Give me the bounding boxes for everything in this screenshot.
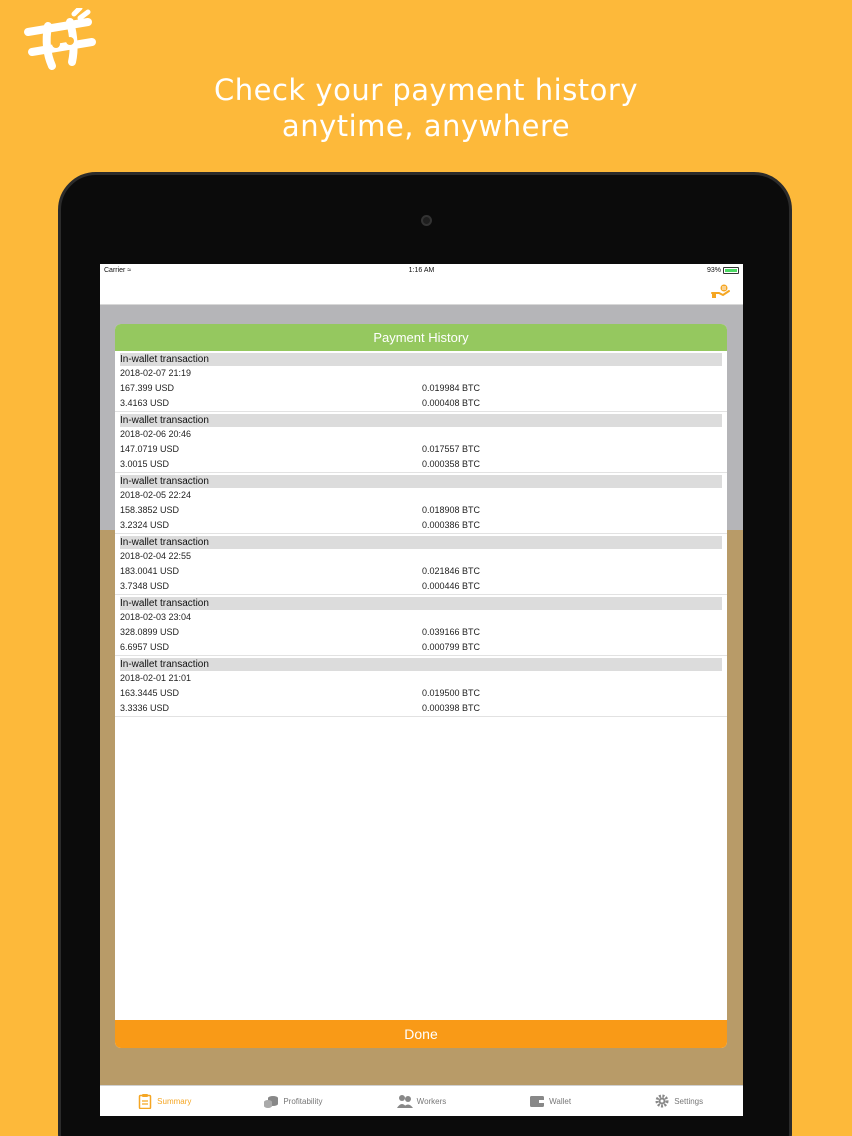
transaction-amount-row: 328.0899 USD 0.039166 BTC (120, 625, 722, 640)
transaction-item: In-wallet transaction 2018-02-01 21:01 163… (115, 656, 727, 717)
amount-usd: 328.0899 USD (120, 627, 180, 637)
transaction-amount-row: 158.3852 USD 0.018908 BTC (120, 503, 722, 518)
coins-icon (264, 1096, 279, 1108)
camera-icon (421, 215, 432, 226)
transaction-fee-row: 3.0015 USD 0.000358 BTC (120, 457, 722, 472)
amount-usd: 147.0719 USD (120, 444, 180, 454)
tab-summary-label: Summary (157, 1096, 192, 1106)
headline-line-1: Check your payment history (214, 73, 638, 107)
transaction-fee-row: 3.7348 USD 0.000446 BTC (120, 579, 722, 594)
transaction-title: In-wallet transaction (120, 536, 722, 549)
transaction-date: 2018-02-07 21:19 (120, 368, 192, 378)
tab-settings[interactable]: Settings (614, 1086, 743, 1116)
headline-line-2: anytime, anywhere (281, 109, 571, 143)
wallet-icon (530, 1096, 545, 1107)
amount-btc: 0.019984 BTC (422, 383, 481, 393)
workers-icon (396, 1095, 413, 1108)
status-time: 1:16 AM (408, 267, 435, 274)
tab-bar: Summary Profitability Workers Wallet Set… (100, 1085, 743, 1116)
fee-btc: 0.000386 BTC (422, 520, 481, 530)
transaction-item: In-wallet transaction 2018-02-04 22:55 183… (115, 534, 727, 595)
transaction-title: In-wallet transaction (120, 414, 722, 427)
modal-title: Payment History (115, 324, 727, 351)
transaction-item: In-wallet transaction 2018-02-06 20:46 147… (115, 412, 727, 473)
tab-settings-label: Settings (674, 1096, 704, 1106)
transaction-fee-row: 3.4163 USD 0.000408 BTC (120, 396, 722, 411)
tab-wallet[interactable]: Wallet (486, 1086, 615, 1116)
transaction-amount-row: 167.399 USD 0.019984 BTC (120, 381, 722, 396)
fee-btc: 0.000799 BTC (422, 642, 481, 652)
payment-history-modal: Payment History In-wallet transaction 201… (115, 324, 727, 1048)
fee-btc: 0.000446 BTC (422, 581, 481, 591)
tab-profitability-label: Profitability (283, 1096, 323, 1106)
fee-usd: 3.3336 USD (120, 703, 170, 713)
fee-usd: 3.4163 USD (120, 398, 170, 408)
fee-usd: 6.6957 USD (120, 642, 170, 652)
app-screen: Carrier ≈ 1:16 AM 93% Payment History In… (100, 264, 743, 1116)
amount-btc: 0.039166 BTC (422, 627, 481, 637)
fee-btc: 0.000408 BTC (422, 398, 481, 408)
transaction-title: In-wallet transaction (120, 597, 722, 610)
amount-btc: 0.018908 BTC (422, 505, 481, 515)
transaction-date: 2018-02-01 21:01 (120, 673, 192, 683)
amount-usd: 183.0041 USD (120, 566, 180, 576)
fee-usd: 3.0015 USD (120, 459, 170, 469)
transaction-fee-row: 3.3336 USD 0.000398 BTC (120, 701, 722, 716)
battery-percent: 93% (706, 267, 721, 274)
transaction-item: In-wallet transaction 2018-02-07 21:19 167… (115, 351, 727, 412)
fee-btc: 0.000398 BTC (422, 703, 481, 713)
tab-workers[interactable]: Workers (357, 1086, 486, 1116)
clipboard-icon (138, 1094, 152, 1109)
tab-wallet-label: Wallet (549, 1096, 572, 1106)
headline: Check your payment history anytime, anyw… (0, 72, 852, 144)
amount-btc: 0.017557 BTC (422, 444, 481, 454)
transaction-date: 2018-02-03 23:04 (120, 612, 192, 622)
amount-usd: 163.3445 USD (120, 688, 180, 698)
transaction-item: In-wallet transaction 2018-02-03 23:04 328… (115, 595, 727, 656)
transaction-title: In-wallet transaction (120, 475, 722, 488)
battery-indicator: 93% (707, 267, 739, 274)
transaction-title: In-wallet transaction (120, 353, 722, 366)
tab-summary[interactable]: Summary (100, 1086, 229, 1116)
transaction-item: In-wallet transaction 2018-02-05 22:24 158… (115, 473, 727, 534)
fee-usd: 3.2324 USD (120, 520, 170, 530)
transaction-amount-row: 183.0041 USD 0.021846 BTC (120, 564, 722, 579)
transaction-date: 2018-02-04 22:55 (120, 551, 192, 561)
nav-bar (100, 277, 743, 305)
payment-hand-icon[interactable] (711, 283, 731, 299)
battery-icon (723, 267, 739, 274)
transaction-fee-row: 6.6957 USD 0.000799 BTC (120, 640, 722, 655)
fee-usd: 3.7348 USD (120, 581, 170, 591)
amount-usd: 158.3852 USD (120, 505, 180, 515)
amount-btc: 0.019500 BTC (422, 688, 481, 698)
bitcoin-cat-logo-icon (24, 8, 96, 70)
tab-profitability[interactable]: Profitability (229, 1086, 358, 1116)
transaction-amount-row: 163.3445 USD 0.019500 BTC (120, 686, 722, 701)
transaction-list: In-wallet transaction 2018-02-07 21:19 167… (115, 351, 727, 717)
amount-usd: 167.399 USD (120, 383, 175, 393)
transaction-date: 2018-02-06 20:46 (120, 429, 192, 439)
done-button[interactable]: Done (115, 1020, 727, 1048)
status-bar: Carrier ≈ 1:16 AM 93% (100, 264, 743, 277)
transaction-amount-row: 147.0719 USD 0.017557 BTC (120, 442, 722, 457)
transaction-date: 2018-02-05 22:24 (120, 490, 192, 500)
transaction-fee-row: 3.2324 USD 0.000386 BTC (120, 518, 722, 533)
amount-btc: 0.021846 BTC (422, 566, 481, 576)
gear-icon (655, 1094, 669, 1108)
tab-workers-label: Workers (416, 1096, 447, 1106)
fee-btc: 0.000358 BTC (422, 459, 481, 469)
transaction-title: In-wallet transaction (120, 658, 722, 671)
